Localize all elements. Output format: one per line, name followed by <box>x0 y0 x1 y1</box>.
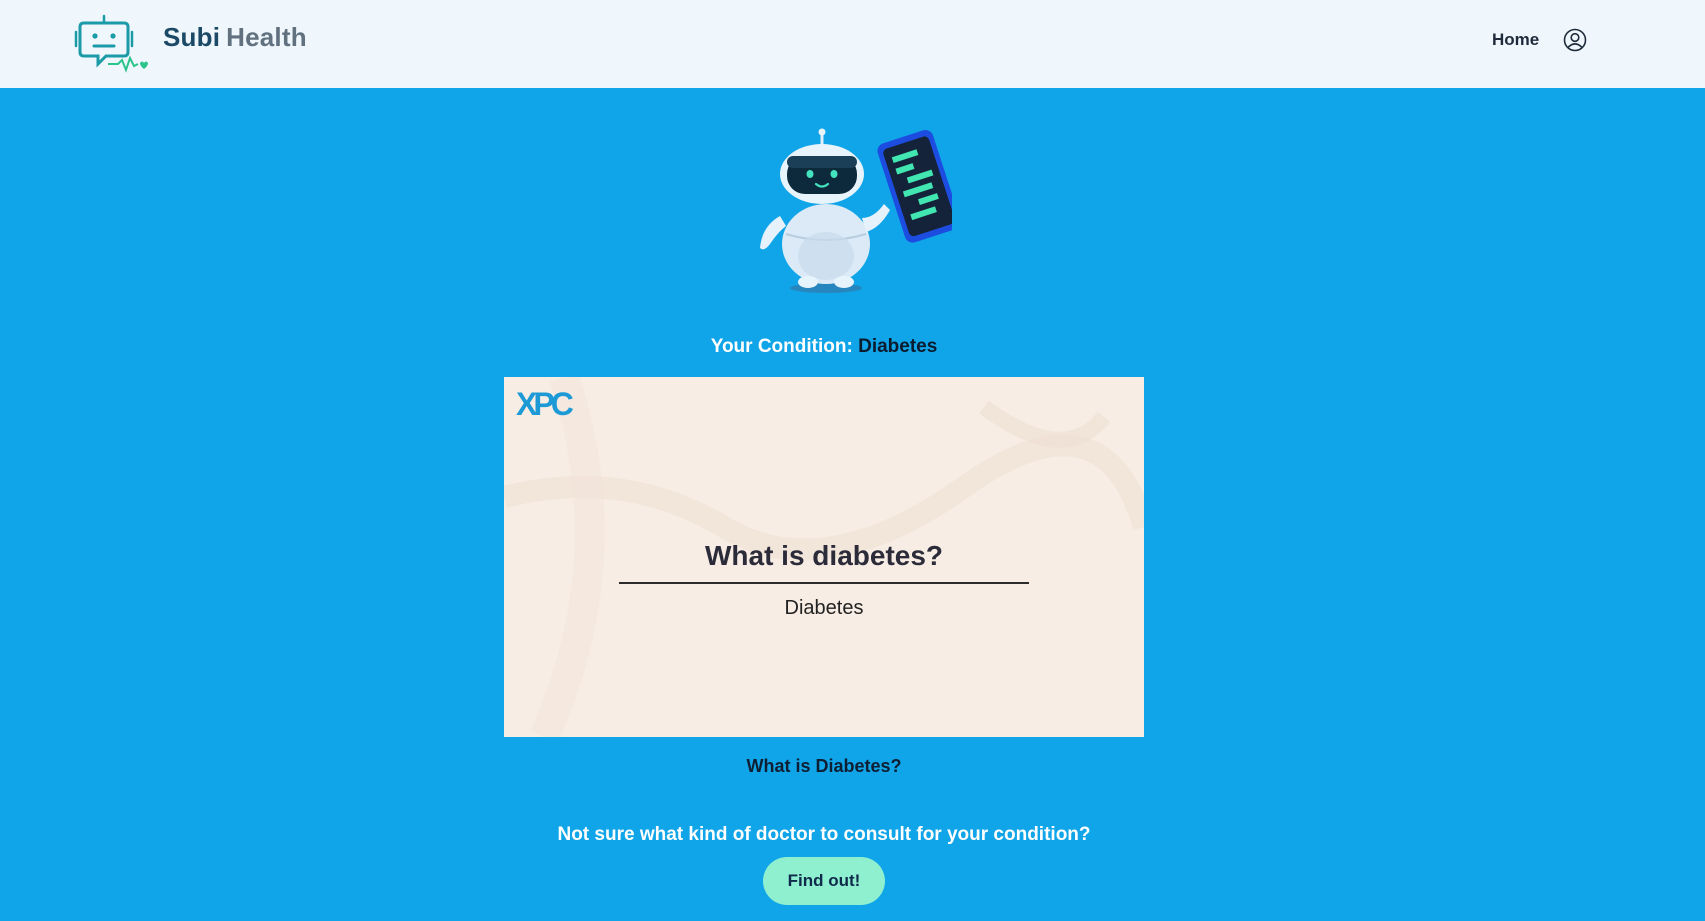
brand-secondary: Health <box>226 22 307 52</box>
doctor-prompt: Not sure what kind of doctor to consult … <box>557 824 1091 845</box>
xpc-channel-logo: XPC <box>516 387 578 421</box>
navbar: Subi Health Home <box>0 0 1705 88</box>
brand-primary: Subi <box>163 22 221 52</box>
svg-text:XPC: XPC <box>516 387 574 421</box>
condition-label: Your Condition: <box>710 336 853 357</box>
nav-home-link[interactable]: Home <box>1492 30 1539 50</box>
video-subtitle: Diabetes <box>784 597 864 619</box>
video-caption: What is Diabetes? <box>746 756 902 776</box>
condition-heading: Your Condition: Diabetes <box>0 336 1648 358</box>
robot-mascot-illustration <box>760 128 952 293</box>
video-divider <box>619 582 1029 584</box>
condition-value: Diabetes <box>858 336 938 357</box>
user-profile-icon[interactable] <box>1563 28 1587 52</box>
brand-name[interactable]: Subi Health <box>163 22 307 53</box>
video-title: What is diabetes? <box>704 540 944 571</box>
robot-chat-heart-logo-icon[interactable] <box>74 14 148 74</box>
video-player[interactable]: XPC What is diabetes? Diabetes <box>504 377 1144 737</box>
find-out-button[interactable]: Find out! <box>763 857 885 905</box>
